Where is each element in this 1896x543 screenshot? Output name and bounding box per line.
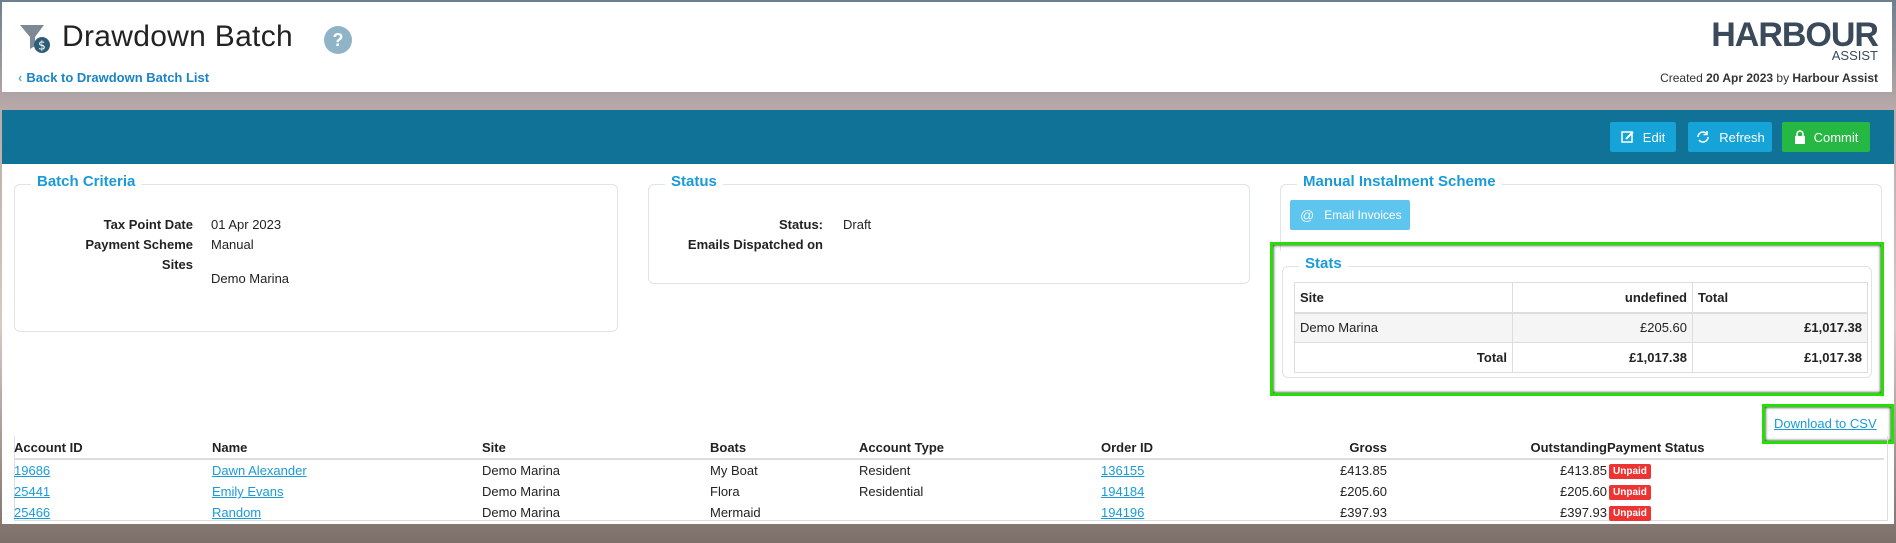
status-panel: Status Status: Draft Emails Dispatched o… <box>648 173 1250 284</box>
boats-cell: My Boat <box>710 463 758 478</box>
col-account-id: Account ID <box>14 436 212 460</box>
status-label: Status: <box>778 217 823 232</box>
stats-header-row: Site undefined Total <box>1294 282 1868 314</box>
batch-criteria-title: Batch Criteria <box>31 173 142 190</box>
col-order-id: Order ID <box>1101 436 1271 460</box>
stats-header-undefined: undefined <box>1512 282 1693 314</box>
page-header: $ Drawdown Batch ? ‹ Back to Drawdown Bat… <box>2 2 1892 92</box>
funnel-money-icon: $ <box>20 25 50 53</box>
harbour-assist-logo: HARBOUR ASSIST <box>1711 16 1879 63</box>
col-payment-status: Payment Status <box>1607 436 1884 460</box>
stats-cell-total: £1,017.38 <box>1692 312 1868 343</box>
account-name-link[interactable]: Random <box>212 505 261 520</box>
status-title: Status <box>665 173 723 190</box>
boats-cell: Mermaid <box>710 505 761 520</box>
outstanding-cell: £205.60 <box>1560 484 1607 499</box>
page-title: Drawdown Batch <box>62 20 293 53</box>
stats-header-site: Site <box>1294 282 1513 314</box>
sites-value: Demo Marina <box>211 271 290 286</box>
stats-table: Site undefined Total Demo Marina £205.60… <box>1294 282 1868 373</box>
tax-point-value: 01 Apr 2023 <box>211 217 282 232</box>
account-type-cell: Resident <box>859 463 911 478</box>
tax-point-label: Tax Point Date <box>103 217 193 232</box>
action-bar: Edit Refresh Commit <box>2 110 1894 164</box>
account-id-link[interactable]: 19686 <box>14 463 50 478</box>
back-to-list-link[interactable]: ‹ Back to Drawdown Batch List <box>18 70 209 85</box>
unpaid-badge: Unpaid <box>1609 463 1651 479</box>
account-type-cell <box>859 502 1101 523</box>
commit-label: Commit <box>1813 129 1859 145</box>
boats-cell: Flora <box>710 484 740 499</box>
payment-scheme-value: Manual <box>211 237 254 252</box>
gross-cell: £205.60 <box>1340 484 1387 499</box>
order-id-link[interactable]: 136155 <box>1101 463 1144 478</box>
col-name: Name <box>212 436 482 460</box>
logo-main-text: HARBOUR <box>1711 16 1879 54</box>
account-id-link[interactable]: 25466 <box>14 505 50 520</box>
col-boats: Boats <box>710 436 859 460</box>
account-type-cell: Residential <box>859 484 924 499</box>
created-by-prefix: by <box>1776 71 1790 85</box>
lock-icon <box>1794 130 1805 144</box>
batch-criteria-panel: Batch Criteria Tax Point Date 01 Apr 202… <box>14 173 618 332</box>
refresh-button[interactable]: Refresh <box>1688 122 1772 152</box>
edit-button[interactable]: Edit <box>1610 122 1676 152</box>
stats-total-label: Total <box>1294 342 1513 373</box>
outstanding-cell: £413.85 <box>1560 463 1607 478</box>
email-invoices-button[interactable]: @ Email Invoices <box>1290 200 1410 230</box>
refresh-label: Refresh <box>1719 129 1765 145</box>
svg-text:$: $ <box>38 39 46 53</box>
status-value: Draft <box>843 217 872 232</box>
commit-button[interactable]: Commit <box>1782 122 1870 152</box>
created-by: Harbour Assist <box>1792 71 1878 85</box>
order-id-link[interactable]: 194196 <box>1101 505 1144 520</box>
unpaid-badge: Unpaid <box>1609 484 1651 500</box>
download-csv-link[interactable]: Download to CSV <box>1774 416 1877 431</box>
col-account-type: Account Type <box>859 436 1101 460</box>
email-invoices-label: Email Invoices <box>1324 208 1402 222</box>
account-name-link[interactable]: Dawn Alexander <box>212 463 307 478</box>
chevron-left-icon: ‹ <box>18 70 23 85</box>
created-info: Created 20 Apr 2023 by Harbour Assist <box>1660 71 1878 85</box>
created-prefix: Created <box>1660 71 1703 85</box>
gross-cell: £397.93 <box>1340 505 1387 520</box>
stats-total-row: Total £1,017.38 £1,017.38 <box>1294 342 1868 373</box>
drawdown-table: Account ID Name Site Boats Account Type … <box>14 436 1884 523</box>
site-cell: Demo Marina <box>482 505 561 520</box>
stats-cell-value: £205.60 <box>1512 312 1693 343</box>
table-row: 25441 Emily Evans Demo Marina Flora Resi… <box>14 481 1884 502</box>
col-outstanding: Outstanding <box>1387 436 1607 460</box>
content-area: Batch Criteria Tax Point Date 01 Apr 202… <box>2 164 1894 524</box>
stats-row: Demo Marina £205.60 £1,017.38 <box>1294 312 1868 343</box>
col-gross: Gross <box>1271 436 1387 460</box>
manual-instalment-title: Manual Instalment Scheme <box>1297 173 1502 190</box>
sites-label: Sites <box>161 257 193 272</box>
stats-header-total: Total <box>1692 282 1868 314</box>
account-name-link[interactable]: Emily Evans <box>212 484 284 499</box>
stats-total-value: £1,017.38 <box>1512 342 1693 373</box>
back-link-label: Back to Drawdown Batch List <box>26 70 210 85</box>
col-site: Site <box>482 436 710 460</box>
edit-label: Edit <box>1642 129 1666 145</box>
table-row: 25466 Random Demo Marina Mermaid 194196 … <box>14 502 1884 523</box>
at-sign-icon: @ <box>1300 207 1315 223</box>
payment-scheme-label: Payment Scheme <box>85 237 193 252</box>
stats-total-grand: £1,017.38 <box>1692 342 1868 373</box>
emails-dispatched-label: Emails Dispatched on <box>687 237 823 252</box>
order-id-link[interactable]: 194184 <box>1101 484 1144 499</box>
stats-cell-site: Demo Marina <box>1294 312 1513 343</box>
outstanding-cell: £397.93 <box>1560 505 1607 520</box>
refresh-icon <box>1697 131 1710 143</box>
table-row: 19686 Dawn Alexander Demo Marina My Boat… <box>14 459 1884 481</box>
unpaid-badge: Unpaid <box>1609 505 1651 521</box>
help-icon[interactable]: ? <box>324 26 352 54</box>
site-cell: Demo Marina <box>482 463 561 478</box>
account-id-link[interactable]: 25441 <box>14 484 50 499</box>
gross-cell: £413.85 <box>1340 463 1387 478</box>
site-cell: Demo Marina <box>482 484 561 499</box>
created-date: 20 Apr 2023 <box>1706 71 1774 85</box>
table-header-row: Account ID Name Site Boats Account Type … <box>14 436 1884 460</box>
edit-icon <box>1621 131 1634 143</box>
stats-title: Stats <box>1299 255 1348 272</box>
